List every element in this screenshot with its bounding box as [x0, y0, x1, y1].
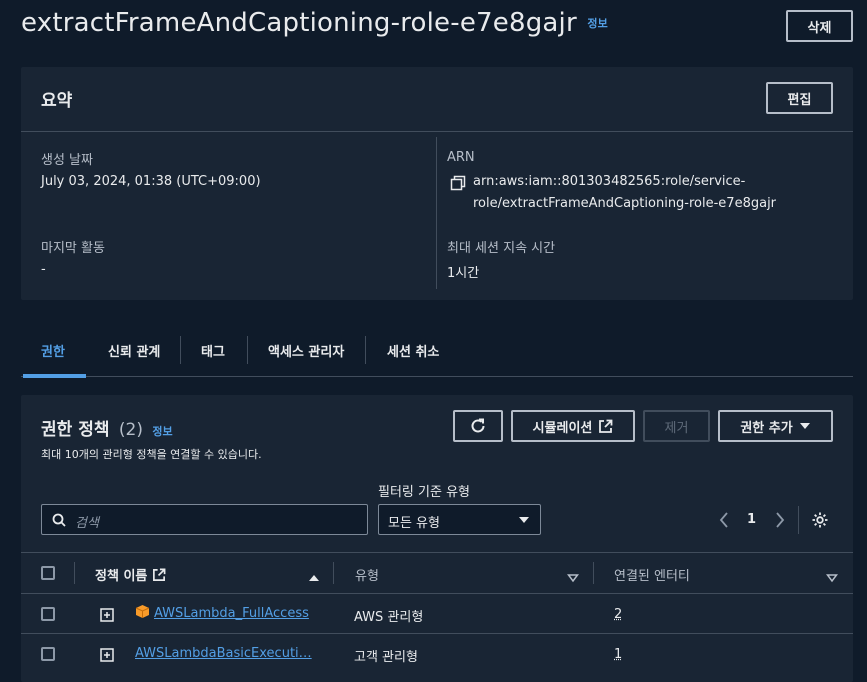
tabs-baseline	[21, 376, 853, 377]
edit-button[interactable]: 편집	[766, 82, 833, 114]
page-number[interactable]: 1	[747, 512, 756, 527]
tab-tags[interactable]: 태그	[201, 341, 225, 360]
sort-down-icon[interactable]	[567, 568, 579, 587]
row-checkbox[interactable]	[41, 647, 55, 661]
page-title: extractFrameAndCaptioning-role-e7e8gajr …	[21, 8, 608, 38]
attached-entities-count[interactable]: 1	[614, 647, 622, 662]
column-header-attached[interactable]: 연결된 엔터티	[614, 565, 690, 584]
remove-button-label: 제거	[664, 420, 689, 436]
aws-managed-icon	[135, 604, 150, 623]
created-value: July 03, 2024, 01:38 (UTC+09:00)	[41, 174, 261, 189]
role-name: extractFrameAndCaptioning-role-e7e8gajr	[21, 8, 577, 38]
delete-button-label: 삭제	[807, 20, 832, 36]
max-session-value: 1시간	[447, 266, 480, 281]
policies-info-link[interactable]: 정보	[152, 425, 172, 438]
expand-icon[interactable]	[100, 607, 114, 626]
policies-count: (2)	[118, 420, 143, 440]
tab-revoke-sessions[interactable]: 세션 취소	[387, 341, 439, 360]
column-header-name-label: 정책 이름	[95, 569, 148, 584]
policy-name-link[interactable]: AWSLambdaBasicExecuti…	[135, 646, 312, 661]
policy-type: 고객 관리형	[354, 650, 418, 665]
simulation-button-label: 시뮬레이션	[532, 420, 593, 436]
active-tab-indicator	[23, 374, 86, 378]
external-link-icon	[153, 568, 166, 581]
last-activity-label: 마지막 활동	[41, 241, 105, 256]
simulation-button[interactable]: 시뮬레이션	[511, 410, 635, 442]
column-header-type[interactable]: 유형	[355, 565, 379, 584]
attached-entities-count[interactable]: 2	[614, 607, 622, 622]
refresh-button[interactable]	[453, 410, 503, 442]
expand-icon[interactable]	[100, 647, 114, 666]
filter-type-value: 모든 유형	[388, 516, 440, 531]
edit-button-label: 편집	[787, 92, 812, 108]
summary-heading: 요약	[41, 91, 73, 111]
policy-type: AWS 관리형	[354, 610, 424, 625]
policy-name-link[interactable]: AWSLambda_FullAccess	[154, 606, 309, 621]
settings-icon[interactable]	[811, 511, 829, 533]
chevron-left-icon[interactable]	[718, 511, 730, 533]
tab-separator	[247, 336, 248, 364]
tab-permissions[interactable]: 권한	[41, 341, 65, 360]
policies-heading-text: 권한 정책	[41, 420, 110, 440]
row-checkbox[interactable]	[41, 607, 55, 621]
remove-button[interactable]: 제거	[643, 410, 710, 442]
filter-type-select[interactable]: 모든 유형	[378, 504, 541, 535]
table-top-border	[21, 552, 853, 553]
policies-description: 최대 10개의 관리형 정책을 연결할 수 있습니다.	[41, 448, 262, 461]
tab-separator	[180, 336, 181, 364]
arn-value-line1: arn:aws:iam::801303482565:role/service-	[473, 174, 746, 189]
chevron-right-icon[interactable]	[774, 511, 786, 533]
filter-label: 필터링 기준 유형	[378, 485, 470, 500]
summary-column-divider	[436, 137, 437, 289]
column-separator	[593, 562, 594, 584]
max-session-label: 최대 세션 지속 시간	[447, 241, 556, 256]
external-link-icon	[599, 419, 613, 433]
arn-value-line2: role/extractFrameAndCaptioning-role-e7e8…	[473, 196, 777, 211]
add-permissions-label: 권한 추가	[740, 420, 793, 436]
pagination-divider	[798, 506, 799, 534]
column-separator	[333, 562, 334, 584]
add-permissions-button[interactable]: 권한 추가	[718, 410, 833, 442]
last-activity-value: -	[41, 262, 46, 277]
delete-button[interactable]: 삭제	[786, 10, 853, 42]
tab-access-advisor[interactable]: 액세스 관리자	[268, 341, 344, 360]
summary-divider	[21, 131, 853, 132]
policies-heading: 권한 정책 (2) 정보	[41, 415, 173, 440]
search-placeholder: 검색	[75, 516, 99, 531]
column-header-name[interactable]: 정책 이름	[95, 565, 166, 584]
created-label: 생성 날짜	[41, 153, 93, 168]
arn-label: ARN	[447, 150, 475, 165]
caret-down-icon	[519, 517, 529, 523]
column-separator	[74, 562, 75, 584]
search-icon	[52, 513, 66, 527]
tab-separator	[365, 336, 366, 364]
copy-icon[interactable]	[450, 175, 466, 191]
sort-up-icon[interactable]	[308, 568, 320, 587]
select-all-checkbox[interactable]	[41, 566, 55, 580]
tab-trust-relationships[interactable]: 신뢰 관계	[108, 341, 160, 360]
sort-down-icon[interactable]	[826, 568, 838, 587]
caret-down-icon	[799, 423, 810, 429]
search-input[interactable]: 검색	[41, 504, 368, 535]
refresh-icon	[471, 418, 485, 433]
info-link[interactable]: 정보	[587, 17, 608, 30]
